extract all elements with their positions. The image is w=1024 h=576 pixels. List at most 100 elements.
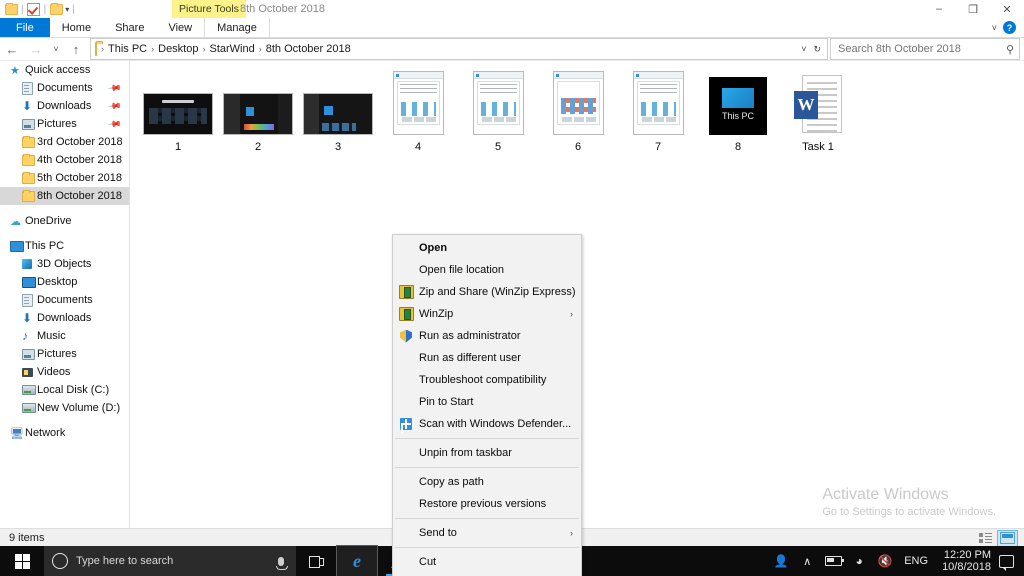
restore-button[interactable]: ❐ (956, 0, 990, 18)
tab-share[interactable]: Share (103, 18, 156, 37)
wifi-icon[interactable]: ◕ (846, 546, 872, 576)
close-button[interactable]: ✕ (990, 0, 1024, 18)
details-view-button[interactable] (976, 531, 995, 546)
context-menu-item-copy-as-path[interactable]: Copy as path (393, 471, 581, 493)
large-icons-view-button[interactable] (997, 530, 1018, 547)
sidebar-item-5th-october-2018[interactable]: 5th October 2018 (0, 169, 129, 187)
menu-item-label: Cut (419, 556, 581, 568)
file-item[interactable]: This PC 8 (698, 67, 778, 157)
file-item[interactable]: 4 (378, 67, 458, 157)
taskbar-search-box[interactable]: Type here to search (44, 546, 296, 576)
file-item[interactable]: 7 (618, 67, 698, 157)
context-menu-item-restore-previous-versions[interactable]: Restore previous versions (393, 493, 581, 515)
navigation-pane[interactable]: ★ Quick access Documents 📌 ⬇ Downloads 📌… (0, 61, 130, 528)
properties-checkbox-icon[interactable] (27, 2, 41, 16)
file-item[interactable]: W Task 1 (778, 67, 858, 157)
sidebar-item-downloads[interactable]: ⬇ Downloads 📌 (0, 97, 129, 115)
context-menu-item-winzip[interactable]: WinZip › (393, 303, 581, 325)
sidebar-item-new-volume-d[interactable]: New Volume (D:) (0, 399, 129, 417)
sidebar-item-4th-october-2018[interactable]: 4th October 2018 (0, 151, 129, 169)
search-icon[interactable]: ⚲ (1006, 43, 1014, 56)
breadcrumb-item-starwind[interactable]: StarWind (206, 43, 257, 55)
sidebar-item-documents[interactable]: Documents 📌 (0, 79, 129, 97)
taskbar-app-edge[interactable]: e (336, 545, 378, 576)
context-menu-item-open[interactable]: Open (393, 237, 581, 259)
menu-item-label: Troubleshoot compatibility (419, 374, 581, 386)
tab-manage[interactable]: Manage (204, 18, 270, 37)
search-input[interactable] (836, 42, 1006, 56)
breadcrumb[interactable]: › This PC › Desktop › StarWind › 8th Oct… (90, 38, 828, 60)
sidebar-item-desktop[interactable]: Desktop (0, 273, 129, 291)
show-hidden-icons-chevron-icon[interactable]: ∧ (794, 546, 820, 576)
minimize-button[interactable]: – (922, 0, 956, 18)
refresh-icon[interactable]: ↻ (813, 44, 821, 55)
sidebar-item-local-disk-c[interactable]: Local Disk (C:) (0, 381, 129, 399)
context-menu-item-run-as-administrator[interactable]: Run as administrator (393, 325, 581, 347)
window-controls: – ❐ ✕ (922, 0, 1024, 18)
menu-separator (395, 467, 579, 468)
search-box[interactable]: ⚲ (830, 38, 1020, 60)
menu-separator (395, 547, 579, 548)
recent-locations-icon[interactable]: ˅ (48, 38, 64, 60)
tab-home[interactable]: Home (50, 18, 103, 37)
sidebar-item-onedrive[interactable]: ☁ OneDrive (0, 212, 129, 230)
volume-muted-icon[interactable]: 🔇 (872, 546, 898, 576)
sidebar-item-3d-objects[interactable]: 3D Objects (0, 255, 129, 273)
sidebar-item-8th-october-2018[interactable]: 8th October 2018 (0, 187, 129, 205)
context-menu-item-run-as-different-user[interactable]: Run as different user (393, 347, 581, 369)
notifications-icon[interactable] (999, 555, 1014, 568)
chevron-down-icon[interactable]: ˅ (992, 23, 997, 33)
file-thumbnail (553, 71, 604, 135)
people-icon[interactable]: 👤 (768, 546, 794, 576)
task-view-button[interactable] (296, 546, 336, 576)
pin-icon[interactable]: 📌 (107, 80, 123, 96)
pin-icon[interactable]: 📌 (107, 116, 123, 132)
cortana-icon[interactable] (52, 553, 68, 569)
context-menu-item-scan-with-windows-defender[interactable]: Scan with Windows Defender... (393, 413, 581, 435)
sidebar-item-documents-pc[interactable]: Documents (0, 291, 129, 309)
forward-button[interactable]: → (24, 38, 48, 60)
file-item[interactable]: 6 (538, 67, 618, 157)
microphone-icon[interactable] (278, 557, 284, 566)
sidebar-item-3rd-october-2018[interactable]: 3rd October 2018 (0, 133, 129, 151)
new-folder-icon[interactable] (49, 2, 63, 16)
folder-icon (22, 173, 37, 184)
file-item[interactable]: 5 (458, 67, 538, 157)
address-dropdown-icon[interactable]: ˅ (801, 44, 806, 54)
sidebar-item-videos[interactable]: Videos (0, 363, 129, 381)
context-menu-item-send-to[interactable]: Send to › (393, 522, 581, 544)
context-menu-item-zip-and-share[interactable]: Zip and Share (WinZip Express) (393, 281, 581, 303)
sidebar-item-pictures[interactable]: Pictures 📌 (0, 115, 129, 133)
clock[interactable]: 12:20 PM 10/8/2018 (934, 549, 999, 573)
breadcrumb-item-desktop[interactable]: Desktop (155, 43, 201, 55)
sidebar-item-this-pc[interactable]: This PC (0, 237, 129, 255)
back-button[interactable]: ← (0, 38, 24, 60)
sidebar-item-pictures-pc[interactable]: Pictures (0, 345, 129, 363)
file-item[interactable]: 2 (218, 67, 298, 157)
pin-icon[interactable]: 📌 (107, 98, 123, 114)
breadcrumb-item-current[interactable]: 8th October 2018 (263, 43, 354, 55)
qat-dropdown-icon[interactable]: ▾ (65, 5, 69, 14)
file-item[interactable]: 3 (298, 67, 378, 157)
sidebar-group-quick-access[interactable]: ★ Quick access (0, 61, 129, 79)
tab-view[interactable]: View (156, 18, 204, 37)
file-label: 4 (415, 141, 421, 153)
tab-file[interactable]: File (0, 18, 50, 37)
context-menu-item-unpin-from-taskbar[interactable]: Unpin from taskbar (393, 442, 581, 464)
battery-icon[interactable] (820, 546, 846, 576)
sidebar-item-network[interactable]: 🖥 Network (0, 424, 129, 442)
up-button[interactable]: ↑ (64, 38, 88, 60)
breadcrumb-item-this-pc[interactable]: This PC (105, 43, 150, 55)
context-menu-item-pin-to-start[interactable]: Pin to Start (393, 391, 581, 413)
context-menu-item-troubleshoot-compatibility[interactable]: Troubleshoot compatibility (393, 369, 581, 391)
screenshot-thumbnail-icon (393, 71, 444, 135)
context-menu-item-cut[interactable]: Cut (393, 551, 581, 573)
context-menu[interactable]: Open Open file location Zip and Share (W… (392, 234, 582, 576)
sidebar-item-downloads-pc[interactable]: ⬇ Downloads (0, 309, 129, 327)
sidebar-item-music[interactable]: ♪ Music (0, 327, 129, 345)
context-menu-item-open-file-location[interactable]: Open file location (393, 259, 581, 281)
help-icon[interactable]: ? (1003, 21, 1016, 34)
file-item[interactable]: 1 (138, 67, 218, 157)
start-button[interactable] (0, 546, 44, 576)
language-indicator[interactable]: ENG (898, 555, 934, 567)
